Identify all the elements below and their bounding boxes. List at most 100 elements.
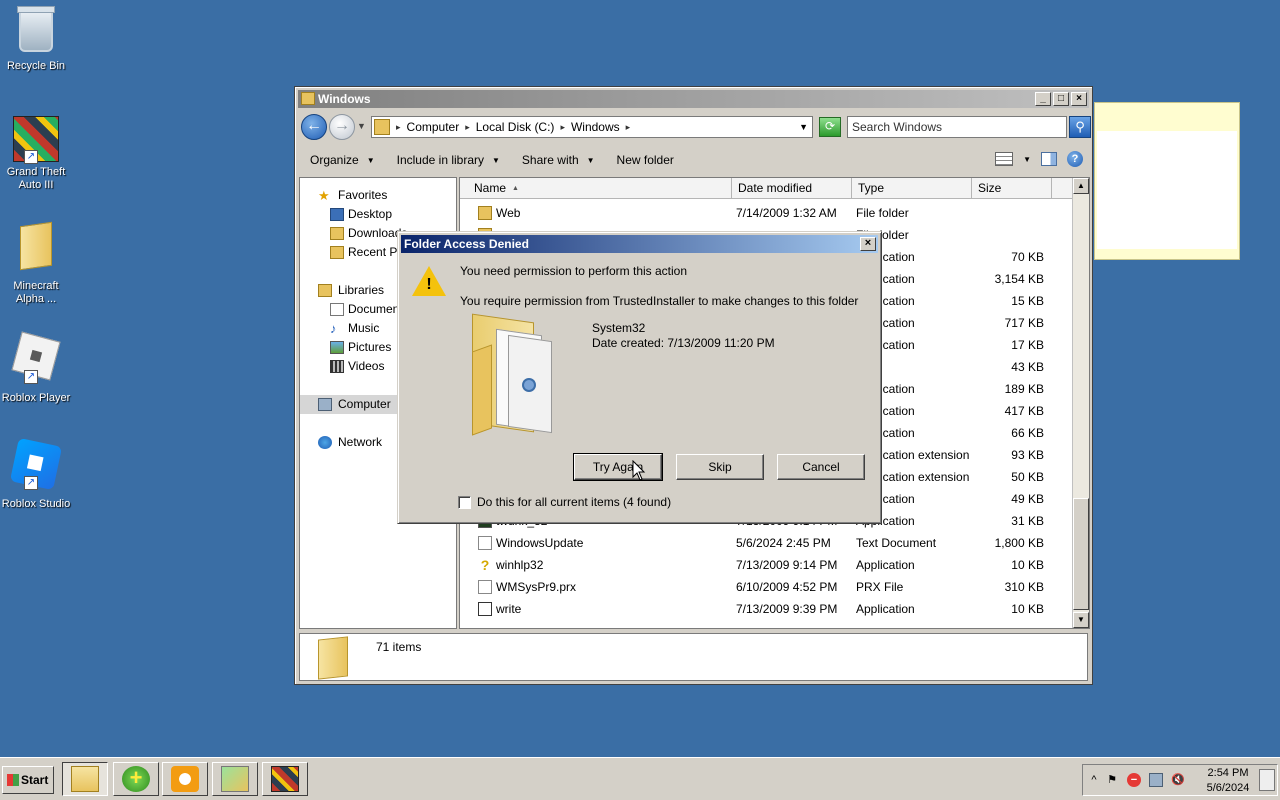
desktop-icon [330, 208, 344, 221]
nav-favorites[interactable]: ★ Favorites [300, 186, 456, 205]
table-row[interactable]: WMSysPr9.prx 6/10/2009 4:52 PM PRX File 310… [460, 576, 1074, 598]
documents-icon [330, 303, 344, 316]
folders-icon [221, 766, 249, 792]
taskbar-media-player[interactable] [162, 762, 208, 796]
column-name[interactable]: Name ▲ [460, 178, 732, 199]
clock-time[interactable]: 2:54 PM [1201, 767, 1255, 779]
skip-button[interactable]: Skip [676, 454, 764, 480]
sticky-note-window[interactable] [1094, 102, 1240, 260]
forward-button[interactable]: → [329, 114, 355, 140]
desktop-icon-roblox-player[interactable]: ↗ Roblox Player [0, 331, 72, 405]
try-again-button[interactable]: Try Again [573, 453, 663, 481]
column-date-modified[interactable]: Date modified [732, 178, 852, 199]
chevron-up-icon[interactable]: ^ [1087, 773, 1101, 787]
dialog-message: You require permission from TrustedInsta… [460, 294, 859, 308]
nav-label: Music [348, 321, 380, 335]
music-icon: ♪ [330, 321, 337, 336]
help-icon[interactable]: ? [1067, 151, 1083, 167]
cancel-button[interactable]: Cancel [777, 454, 865, 480]
address-bar[interactable]: ▸ Computer ▸ Local Disk (C:) ▸ Windows ▸… [371, 116, 813, 138]
dialog-titlebar[interactable]: Folder Access Denied × [401, 235, 878, 253]
chevron-down-icon[interactable]: ▼ [799, 122, 812, 132]
preview-pane-icon[interactable] [1041, 152, 1057, 166]
vertical-scrollbar[interactable]: ▲ ▼ [1072, 178, 1089, 628]
scroll-down-button[interactable]: ▼ [1073, 612, 1089, 628]
row-type: File folder [856, 206, 909, 220]
desktop-icon-recycle-bin[interactable]: Recycle Bin [0, 6, 72, 73]
scroll-up-button[interactable]: ▲ [1073, 178, 1089, 194]
row-size: 50 KB [1011, 470, 1044, 484]
folder-icon [478, 206, 492, 220]
desktop-icon-roblox-studio[interactable]: ↗ Roblox Studio [0, 437, 72, 511]
view-options-icon[interactable] [995, 152, 1014, 166]
table-row[interactable]: write 7/13/2009 9:39 PM Application 10 KB [460, 598, 1074, 620]
column-type[interactable]: Type [852, 178, 972, 199]
scroll-thumb[interactable] [1073, 498, 1089, 610]
chevron-right-icon[interactable]: ▸ [393, 122, 404, 133]
column-label: Name [474, 181, 507, 195]
breadcrumb-windows[interactable]: Windows [571, 120, 620, 134]
videos-icon [330, 360, 344, 373]
dialog-close-button[interactable]: × [860, 237, 876, 251]
search-button[interactable]: ⚲ [1069, 116, 1091, 138]
column-size[interactable]: Size [972, 178, 1052, 199]
desktop-icon-label: Grand Theft Auto III [6, 166, 66, 191]
start-button[interactable]: Start [2, 766, 54, 794]
desktop-icon-minecraft[interactable]: Minecraft Alpha ... [0, 221, 72, 306]
roblox-player-icon: ↗ [11, 331, 61, 384]
row-name: WindowsUpdate [496, 536, 584, 550]
table-row[interactable]: WindowsUpdate 5/6/2024 2:45 PM Text Docume… [460, 532, 1074, 554]
organize-button[interactable]: Organize ▼ [298, 153, 385, 167]
table-row[interactable]: Web 7/14/2009 1:32 AM File folder [460, 202, 1074, 224]
close-button[interactable]: × [1071, 92, 1087, 106]
libraries-icon [318, 284, 332, 297]
row-size: 49 KB [1011, 492, 1044, 506]
row-date-modified: 5/6/2024 2:45 PM [736, 536, 831, 550]
desktop-icon-gta3[interactable]: ↗ Grand Theft Auto III [0, 116, 72, 192]
wordpad-icon [478, 602, 492, 616]
breadcrumb-computer[interactable]: Computer [407, 120, 460, 134]
taskbar-app-plus[interactable]: + [113, 762, 159, 796]
dialog-title: Folder Access Denied [404, 237, 529, 251]
chevron-right-icon[interactable]: ▸ [462, 122, 473, 133]
search-input[interactable]: Search Windows [847, 116, 1067, 138]
refresh-button[interactable]: ⟳ [819, 117, 841, 137]
chevron-right-icon[interactable]: ▸ [557, 122, 568, 133]
maximize-button[interactable]: □ [1053, 92, 1069, 106]
shortcut-arrow-icon: ↗ [24, 370, 38, 384]
apply-to-all-checkbox-row[interactable]: Do this for all current items (4 found) [458, 494, 671, 510]
new-folder-button[interactable]: New folder [605, 153, 684, 167]
row-size: 15 KB [1011, 294, 1044, 308]
chevron-right-icon[interactable]: ▸ [623, 122, 634, 133]
row-type: Text Document [856, 536, 937, 550]
stop-icon[interactable]: − [1127, 773, 1141, 787]
nav-label: Network [338, 435, 383, 449]
apply-to-all-checkbox[interactable] [458, 495, 471, 509]
taskbar-gta3[interactable] [262, 762, 308, 796]
row-size: 189 KB [1004, 382, 1044, 396]
volume-muted-icon[interactable]: 🔇 [1171, 773, 1185, 787]
shortcut-arrow-icon: ↗ [24, 150, 38, 164]
explorer-titlebar[interactable]: Windows _ □ × [298, 90, 1089, 108]
table-row[interactable]: ? winhlp32 7/13/2009 9:14 PM Application 10 … [460, 554, 1074, 576]
back-button[interactable]: ← [301, 114, 327, 140]
sort-ascending-icon: ▲ [512, 185, 519, 192]
breadcrumb-local-disk[interactable]: Local Disk (C:) [476, 120, 555, 134]
arrow-left-icon: ← [306, 117, 322, 134]
row-name: Web [496, 206, 521, 220]
minimize-button[interactable]: _ [1035, 92, 1051, 106]
sticky-note-body[interactable] [1097, 131, 1237, 249]
taskbar-folders[interactable] [212, 762, 258, 796]
action-center-flag-icon[interactable]: ⚑ [1105, 773, 1119, 787]
show-desktop-button[interactable] [1259, 769, 1275, 791]
include-in-library-button[interactable]: Include in library ▼ [385, 153, 510, 167]
network-icon[interactable] [1149, 773, 1163, 787]
clock-date[interactable]: 5/6/2024 [1201, 782, 1255, 794]
recent-pages-dropdown[interactable]: ▼ [357, 121, 366, 131]
chevron-down-icon[interactable]: ▼ [1023, 155, 1031, 164]
recent-places-icon [330, 246, 344, 259]
nav-desktop[interactable]: Desktop [300, 205, 456, 224]
row-size: 310 KB [1004, 580, 1044, 594]
taskbar-explorer[interactable] [62, 762, 108, 796]
share-with-button[interactable]: Share with ▼ [510, 153, 605, 167]
